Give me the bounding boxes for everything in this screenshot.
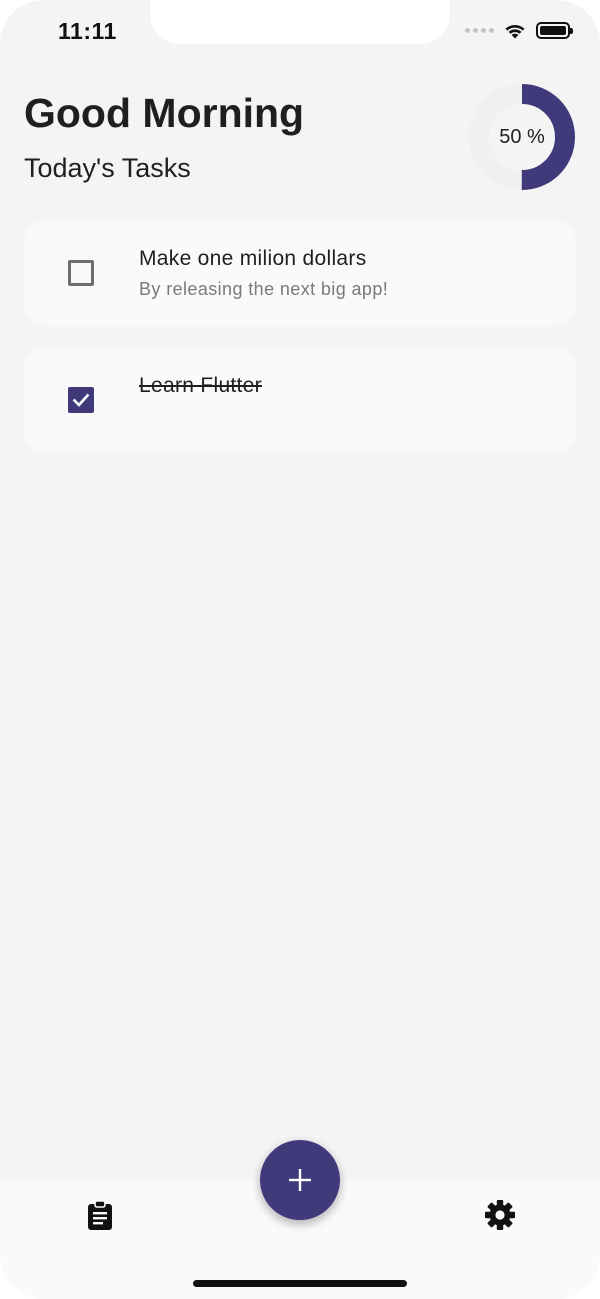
add-task-button[interactable] bbox=[260, 1140, 340, 1220]
wifi-icon bbox=[505, 24, 525, 39]
task-card[interactable]: Make one milion dollars By releasing the… bbox=[24, 221, 576, 325]
task-checkbox[interactable] bbox=[68, 260, 94, 286]
tasks-subtitle: Today's Tasks bbox=[24, 153, 191, 183]
greeting-title: Good Morning bbox=[24, 90, 305, 136]
check-icon bbox=[72, 393, 90, 407]
app-screen: 11:11 Good Morning Today's Tasks 50 % Ma… bbox=[0, 0, 600, 1299]
home-indicator[interactable] bbox=[193, 1280, 407, 1287]
progress-label: 50 % bbox=[499, 125, 545, 148]
status-time: 11:11 bbox=[58, 18, 117, 44]
status-icons bbox=[465, 22, 573, 39]
task-title: Learn Flutter bbox=[139, 374, 262, 397]
gear-icon[interactable] bbox=[484, 1199, 516, 1231]
task-card[interactable]: Learn Flutter bbox=[24, 348, 576, 452]
progress-ring: 50 % bbox=[469, 84, 575, 190]
clipboard-list-icon[interactable] bbox=[84, 1199, 116, 1231]
device-notch bbox=[150, 0, 450, 44]
task-checkbox[interactable] bbox=[68, 387, 94, 413]
task-title: Make one milion dollars bbox=[139, 247, 367, 270]
battery-icon bbox=[536, 22, 573, 39]
cellular-signal-icon bbox=[465, 28, 494, 33]
task-description: By releasing the next big app! bbox=[139, 279, 389, 299]
plus-icon bbox=[289, 1169, 311, 1191]
